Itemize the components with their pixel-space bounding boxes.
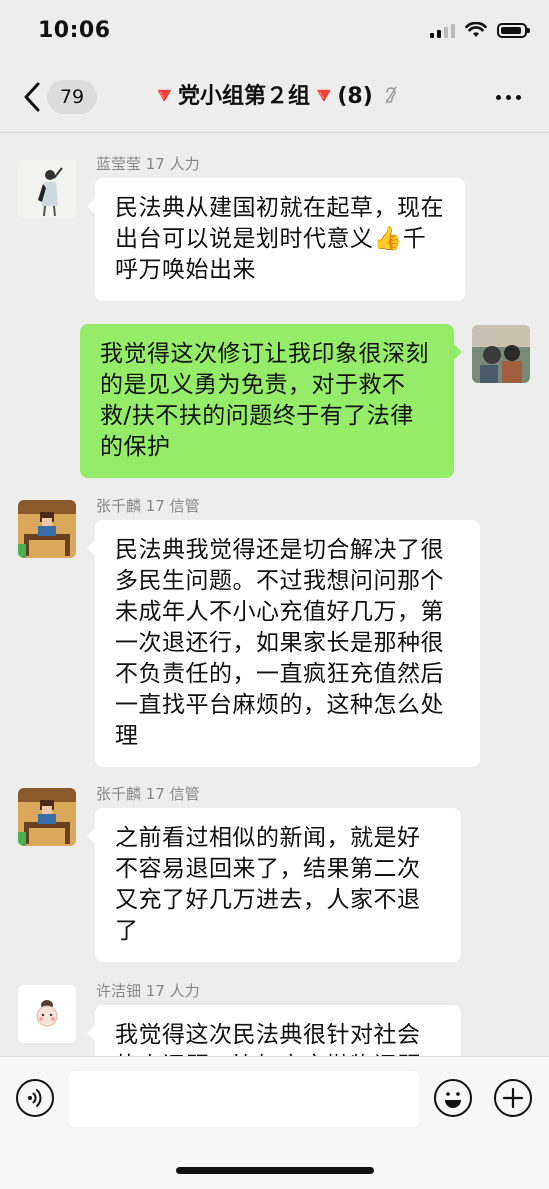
emoji-icon[interactable] xyxy=(434,1079,472,1117)
avatar-self[interactable] xyxy=(472,325,530,383)
avatar[interactable] xyxy=(18,985,76,1043)
signal-icon xyxy=(430,22,455,38)
plus-icon[interactable] xyxy=(494,1079,532,1117)
chat-title: 🔻党小组第２组🔻(8) xyxy=(0,80,549,114)
wifi-icon xyxy=(465,22,487,37)
message-input[interactable] xyxy=(69,1071,419,1127)
message-bubble-outgoing[interactable]: 我觉得这次修订让我印象很深刻的是见义勇为免责，对于救不救/扶不扶的问题终于有了法… xyxy=(80,324,462,478)
home-indicator[interactable] xyxy=(176,1167,374,1174)
message-bubble[interactable]: 之前看过相似的新闻，就是好不容易退回来了，结果第二次又充了好几万进去，人家不退了 xyxy=(87,808,461,962)
sender-name: 许洁钿 17 人力 xyxy=(96,982,200,1000)
status-bar: 10:06 xyxy=(0,0,549,62)
message-list: 蓝莹莹 17 人力 民法典从建国初就在起草，现在出台可以说是划时代意义👍千呼万唤… xyxy=(0,133,549,1056)
chat-title-text: 🔻党小组第２组🔻(8) xyxy=(150,84,373,109)
mute-ear-icon xyxy=(385,86,398,104)
message-bubble[interactable]: 民法典从建国初就在起草，现在出台可以说是划时代意义👍千呼万唤始出来 xyxy=(87,178,465,301)
avatar[interactable] xyxy=(18,500,76,558)
chat-header: 79 🔻党小组第２组🔻(8) xyxy=(0,62,549,133)
voice-input-icon[interactable] xyxy=(16,1079,54,1117)
clock: 10:06 xyxy=(38,18,111,43)
avatar[interactable] xyxy=(18,788,76,846)
message-bubble[interactable]: 民法典我觉得还是切合解决了很多民生问题。不过我想问问那个未成年人不小心充值好几万… xyxy=(87,520,480,767)
sender-name: 张千麟 17 信管 xyxy=(96,785,200,803)
sender-name: 蓝莹莹 17 人力 xyxy=(96,155,200,173)
more-options-icon[interactable] xyxy=(496,95,521,100)
battery-icon xyxy=(497,22,530,38)
sender-name: 张千麟 17 信管 xyxy=(96,497,200,515)
avatar[interactable] xyxy=(18,160,76,218)
message-bubble[interactable]: 我觉得这次民法典很针对社会热点问题，比如高空抛物问题 xyxy=(87,1005,461,1056)
